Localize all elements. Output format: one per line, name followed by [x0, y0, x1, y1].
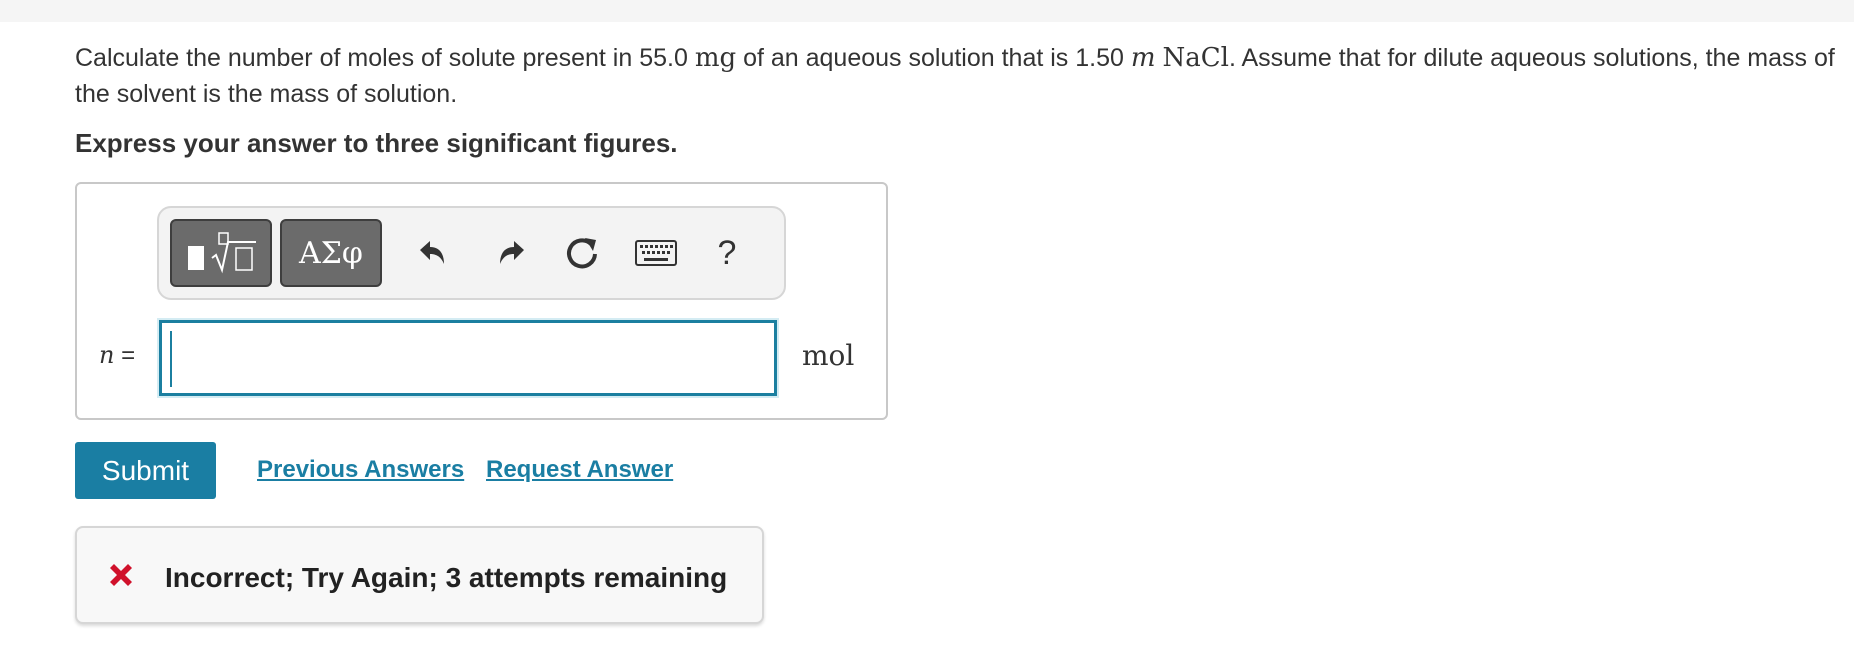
greek-symbols-button[interactable]: ΑΣφ [280, 219, 382, 287]
instruction-text: Express your answer to three significant… [75, 128, 678, 158]
molality-unit: m [1130, 43, 1156, 73]
text-caret [170, 331, 172, 387]
answer-box: ΑΣφ ? n = mol [75, 182, 888, 420]
keyboard-button[interactable] [631, 228, 681, 278]
feedback-message: Incorrect; Try Again; 3 attempts remaini… [165, 562, 728, 593]
previous-answers-link[interactable]: Previous Answers [257, 456, 464, 484]
templates-button[interactable] [170, 219, 272, 287]
incorrect-x-icon [110, 564, 132, 586]
answer-unit: mol [802, 339, 855, 372]
mass-unit: mg [694, 43, 737, 73]
question-mid: of an aqueous solution that is 1.50 [736, 44, 1131, 72]
undo-icon [420, 241, 444, 264]
answer-variable-label: n = [99, 341, 135, 370]
submit-button[interactable]: Submit [75, 442, 216, 499]
reset-icon [567, 238, 597, 269]
keyboard-icon [635, 240, 677, 266]
compound-formula: NaCl [1162, 43, 1229, 73]
request-answer-link[interactable]: Request Answer [486, 456, 673, 484]
answer-input[interactable] [159, 320, 777, 396]
math-toolbar: ΑΣφ ? [157, 206, 786, 300]
equals-sign: = [121, 342, 136, 369]
variable-symbol: n [99, 341, 115, 369]
feedback-box: Incorrect; Try Again; 3 attempts remaini… [75, 526, 764, 624]
redo-icon [500, 241, 524, 264]
question-pre: Calculate the number of moles of solute … [75, 44, 695, 72]
redo-button[interactable] [486, 228, 536, 278]
help-button[interactable]: ? [702, 228, 752, 278]
reset-button[interactable] [557, 228, 607, 278]
templates-icon [188, 232, 256, 274]
question-text: Calculate the number of moles of solute … [75, 40, 1845, 112]
top-strip [0, 0, 1854, 22]
undo-button[interactable] [408, 228, 458, 278]
